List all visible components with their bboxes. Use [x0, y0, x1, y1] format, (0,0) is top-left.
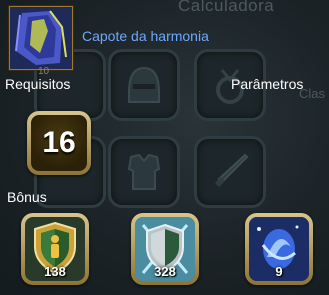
- bonus-slot-water[interactable]: 9: [245, 213, 313, 285]
- bonus-value-water: 9: [275, 264, 283, 279]
- sword-icon: [215, 153, 249, 187]
- bonus-slot-defense-inner: 328: [135, 217, 195, 281]
- item-name: Capote da harmonia: [82, 28, 209, 44]
- parameters-label: Parâmetros: [231, 76, 304, 92]
- ghost-slot-sword: [194, 136, 266, 208]
- requirement-level-slot[interactable]: 16: [27, 111, 91, 175]
- bonus-value-defense: 328: [154, 264, 176, 279]
- bonus-slot-water-inner: 9: [249, 217, 309, 281]
- ghost-slot-armor: [108, 136, 180, 208]
- bonus-value-vitality: 138: [44, 264, 66, 279]
- item-icon-cloak[interactable]: [9, 6, 73, 70]
- background-title: Calculadora: [178, 0, 275, 15]
- bonus-slot-defense[interactable]: 328: [131, 213, 199, 285]
- helmet-icon: [128, 66, 160, 103]
- bonus-label: Bônus: [7, 189, 47, 205]
- requirement-level-inner: 16: [31, 115, 87, 171]
- bonus-slot-vitality[interactable]: 138: [21, 213, 89, 285]
- ghost-slot-helmet: [108, 49, 180, 121]
- bonus-slot-vitality-inner: 138: [25, 217, 85, 281]
- requirements-label: Requisitos: [5, 76, 71, 92]
- armor-icon: [127, 153, 161, 190]
- cloak-icon: [10, 7, 72, 69]
- requirement-level-value: 16: [42, 126, 76, 159]
